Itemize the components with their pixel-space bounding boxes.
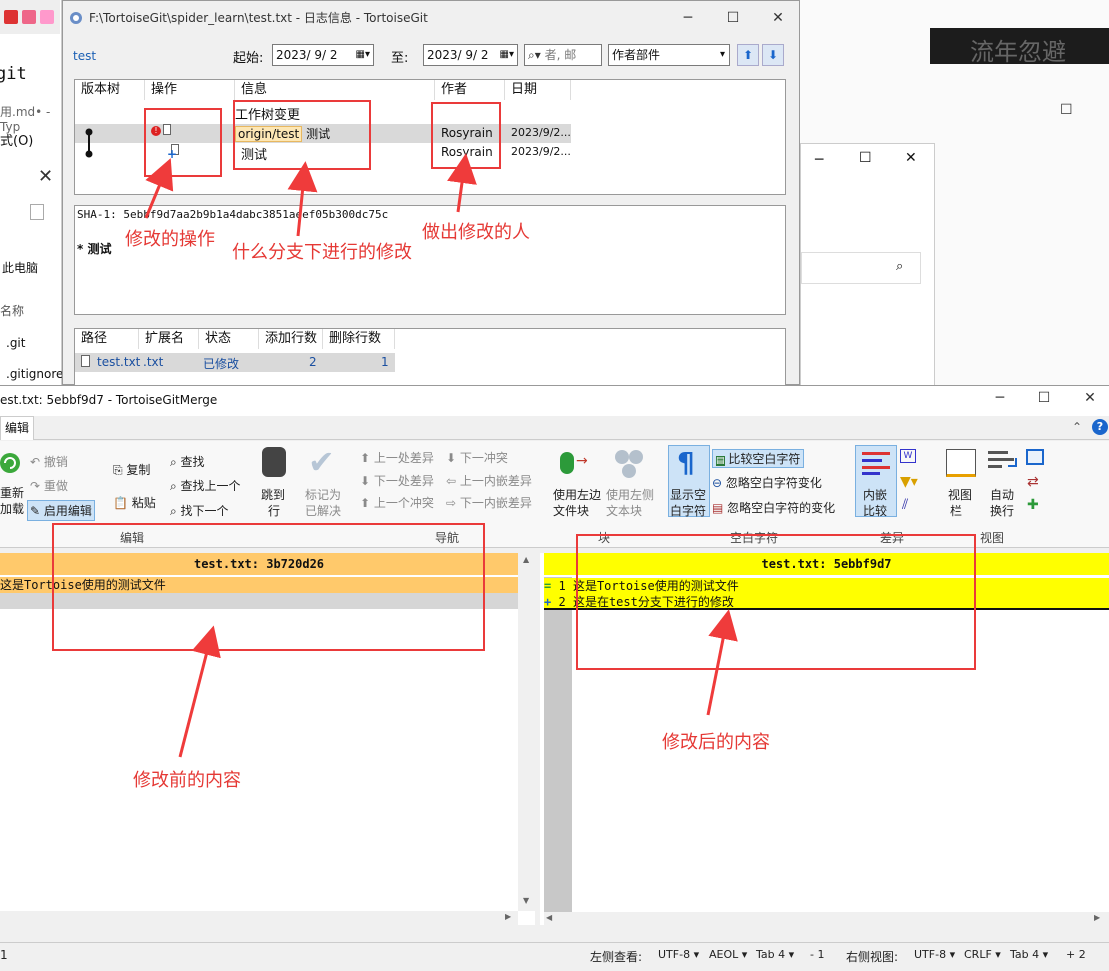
annotation-arrow bbox=[178, 625, 221, 758]
annotation-arrow bbox=[447, 153, 477, 213]
annotation-label: 修改后的内容 bbox=[662, 732, 770, 753]
annotation-label: 修改的操作 bbox=[125, 229, 215, 250]
annotation-arrows bbox=[144, 153, 738, 758]
annotation-label: 修改前的内容 bbox=[133, 770, 241, 791]
annotation-arrow bbox=[287, 161, 318, 237]
annotation-arrow bbox=[144, 158, 174, 219]
annotation-arrow bbox=[706, 609, 738, 716]
annotation-label: 做出修改的人 bbox=[422, 222, 530, 243]
annotation-label: 什么分支下进行的修改 bbox=[232, 242, 412, 263]
